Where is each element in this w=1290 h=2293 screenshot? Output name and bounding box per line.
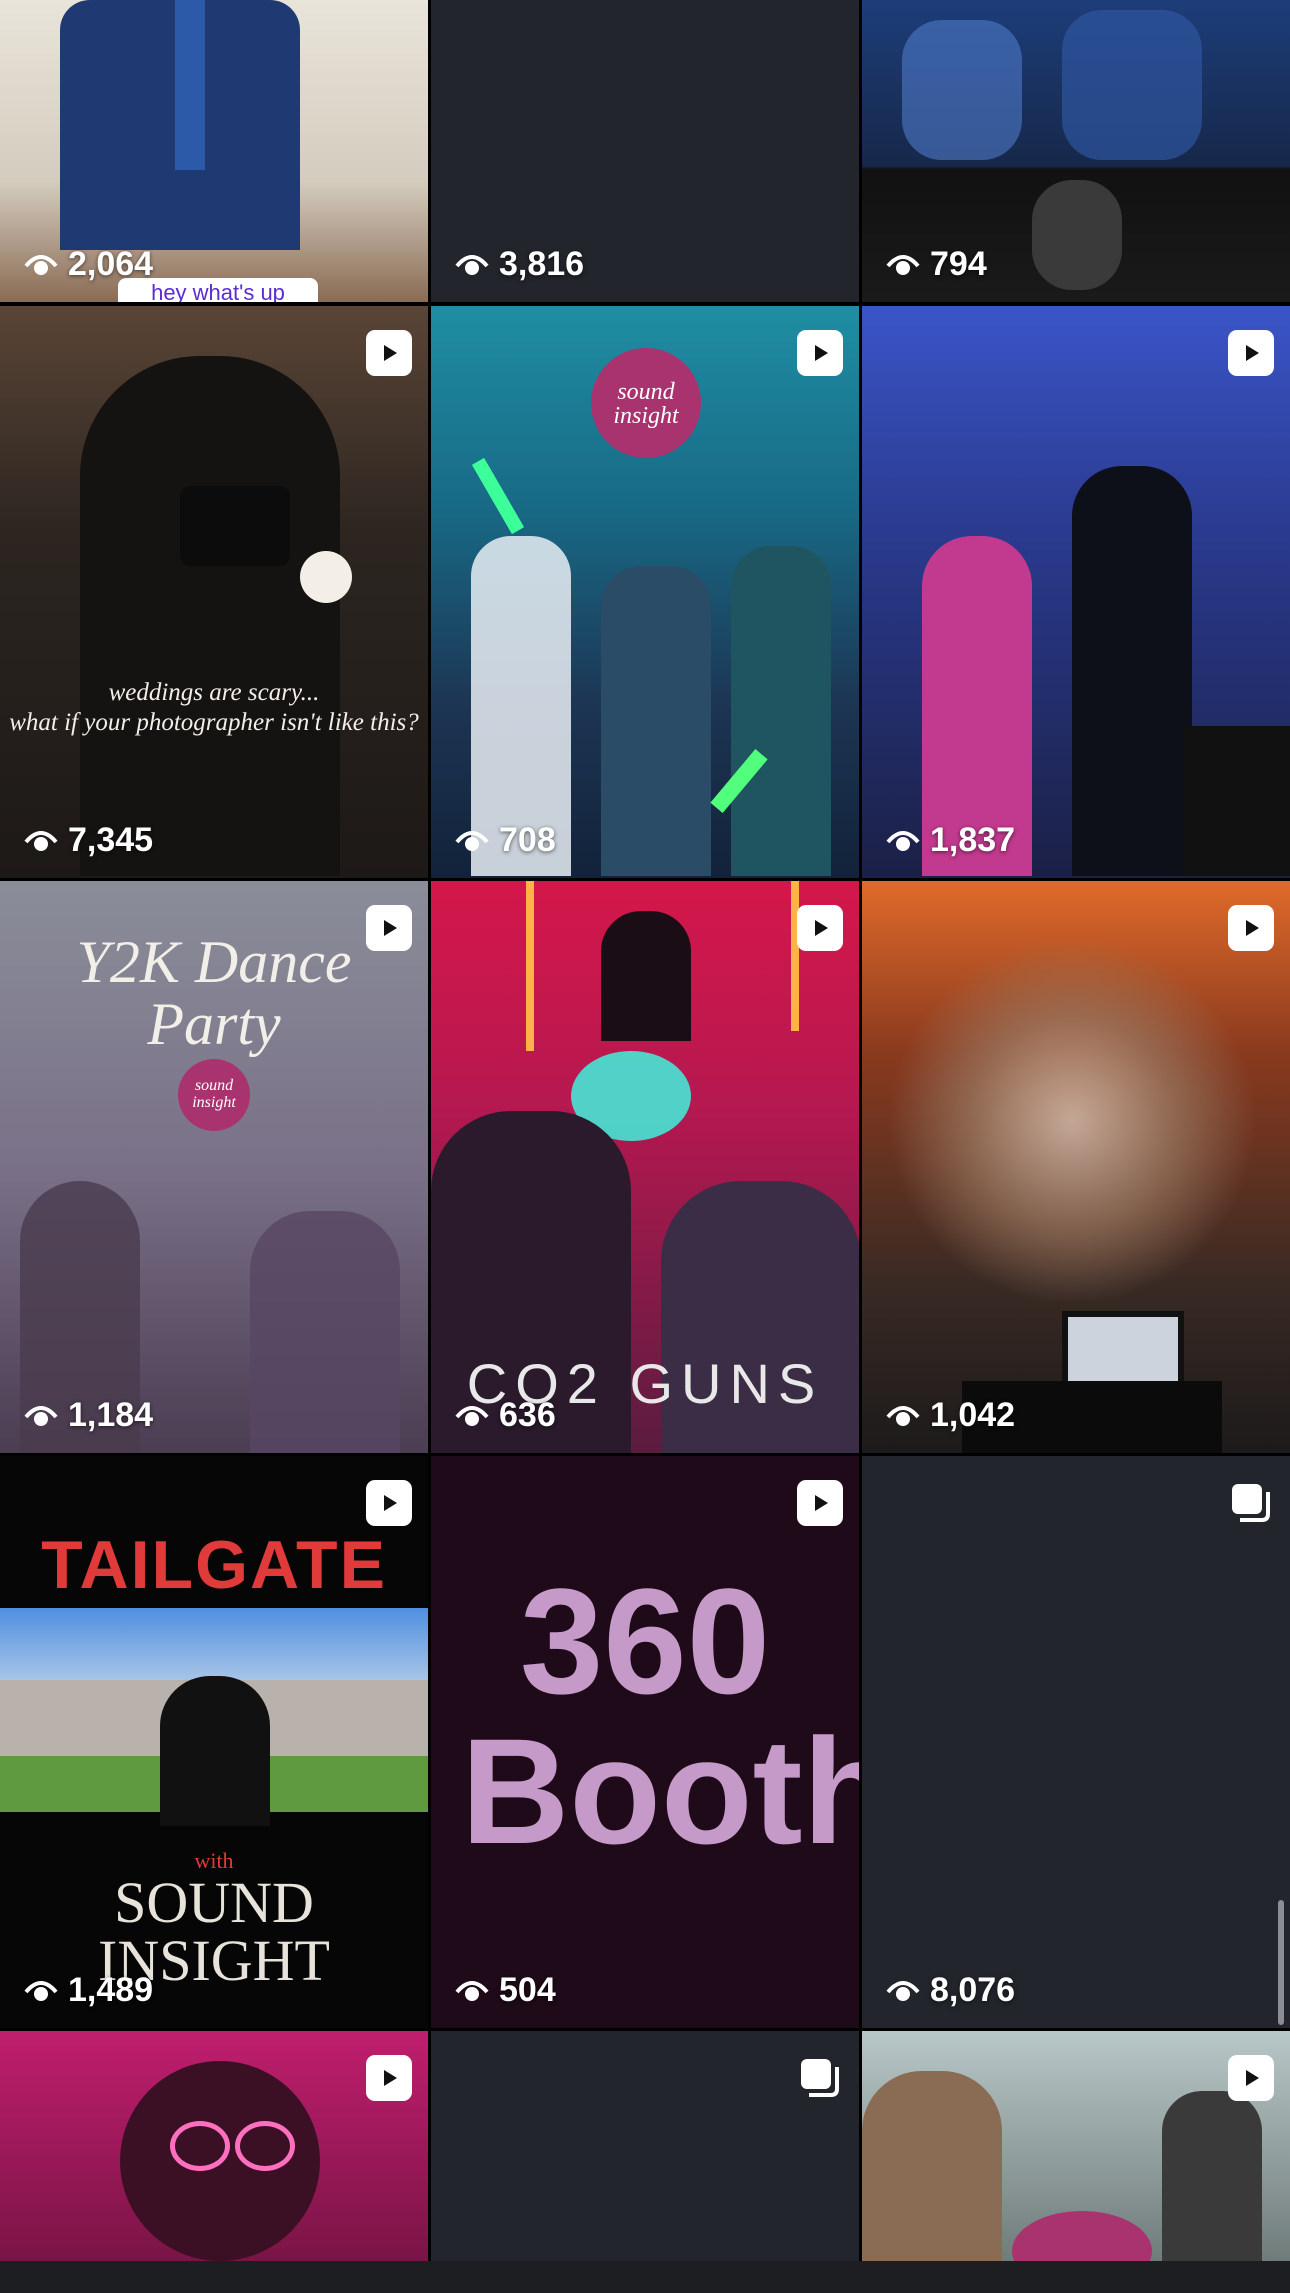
view-count-value: 1,837 [930,821,1016,859]
view-count: 1,042 [886,1396,1015,1435]
video-badge [797,330,843,376]
video-badge [366,2055,412,2101]
caption-overlay: TAILGATE [41,1527,387,1603]
eye-icon [24,254,58,275]
post-tile-15[interactable] [862,2031,1290,2261]
carousel-badge [1228,1480,1274,1526]
view-count-value: 504 [499,1971,556,2009]
view-count: 636 [455,1396,556,1435]
video-badge [1228,905,1274,951]
eye-icon [886,1980,920,2001]
video-badge [1228,2055,1274,2101]
view-count: 2,064 [24,245,153,284]
view-count-value: 794 [930,245,987,283]
view-count-value: 1,184 [68,1396,154,1434]
play-icon [815,1495,828,1511]
play-icon [1246,2070,1259,2086]
bottom-bar [0,2261,1290,2293]
post-tile-3[interactable]: 794 [862,0,1290,302]
post-tile-9[interactable]: 1,042 [862,881,1290,1453]
view-count: 1,489 [24,1971,153,2010]
caption-overlay: weddings are scary... what if your photo… [9,679,419,736]
view-count-value: 1,489 [68,1971,154,2009]
eye-icon [24,1405,58,1426]
post-tile-6[interactable]: 1,837 [862,306,1290,878]
post-tile-7[interactable]: Y2K Dance Party sound insight 1,184 [0,881,428,1453]
video-badge [1228,330,1274,376]
post-tile-1[interactable]: hey what's up 2,064 [0,0,428,302]
view-count-value: 3,816 [499,245,585,283]
post-tile-14[interactable] [431,2031,859,2261]
video-badge [366,905,412,951]
view-count: 794 [886,245,987,284]
eye-icon [24,1980,58,2001]
brand-logo: sound insight [192,1077,236,1111]
view-count: 7,345 [24,821,153,860]
post-tile-10[interactable]: TAILGATE with SOUND INSIGHT 1,489 [0,1456,428,2028]
play-icon [384,345,397,361]
view-count: 3,816 [455,245,584,284]
post-tile-5[interactable]: sound insight 708 [431,306,859,878]
play-icon [384,1495,397,1511]
video-badge [797,1480,843,1526]
play-icon [815,920,828,936]
post-tile-2[interactable]: 3,816 [431,0,859,302]
eye-icon [886,830,920,851]
post-tile-4[interactable]: weddings are scary... what if your photo… [0,306,428,878]
video-badge [797,905,843,951]
carousel-icon [1232,1484,1270,1522]
view-count: 1,837 [886,821,1015,860]
post-tile-8[interactable]: CO2 GUNS 636 [431,881,859,1453]
view-count-value: 8,076 [930,1971,1016,2009]
post-tile-11[interactable]: 360 Booth 504 [431,1456,859,2028]
view-count: 1,184 [24,1396,153,1435]
play-icon [1246,920,1259,936]
eye-icon [24,830,58,851]
play-icon [384,920,397,936]
view-count-value: 1,042 [930,1396,1016,1434]
view-count: 504 [455,1971,556,2010]
eye-icon [455,830,489,851]
view-count: 8,076 [886,1971,1015,2010]
profile-post-grid: hey what's up 2,064 3,816 794 weddings a… [0,0,1290,2293]
play-icon [1246,345,1259,361]
scrollbar[interactable] [1278,1900,1284,2025]
eye-icon [886,1405,920,1426]
eye-icon [455,1980,489,2001]
caption-overlay: Y2K Dance Party [76,929,352,1057]
play-icon [815,345,828,361]
carousel-icon [801,2059,839,2097]
view-count-value: 7,345 [68,821,154,859]
view-count-value: 636 [499,1396,556,1434]
eye-icon [455,1405,489,1426]
view-count-value: 2,064 [68,245,154,283]
video-badge [366,1480,412,1526]
view-count: 708 [455,821,556,860]
eye-icon [455,254,489,275]
post-tile-12[interactable]: 8,076 [862,1456,1290,2028]
caption-overlay: 360 Booth [461,1557,859,1875]
view-count-value: 708 [499,821,556,859]
video-badge [366,330,412,376]
post-tile-13[interactable] [0,2031,428,2261]
play-icon [384,2070,397,2086]
brand-logo: sound insight [613,379,679,429]
eye-icon [886,254,920,275]
carousel-badge [797,2055,843,2101]
